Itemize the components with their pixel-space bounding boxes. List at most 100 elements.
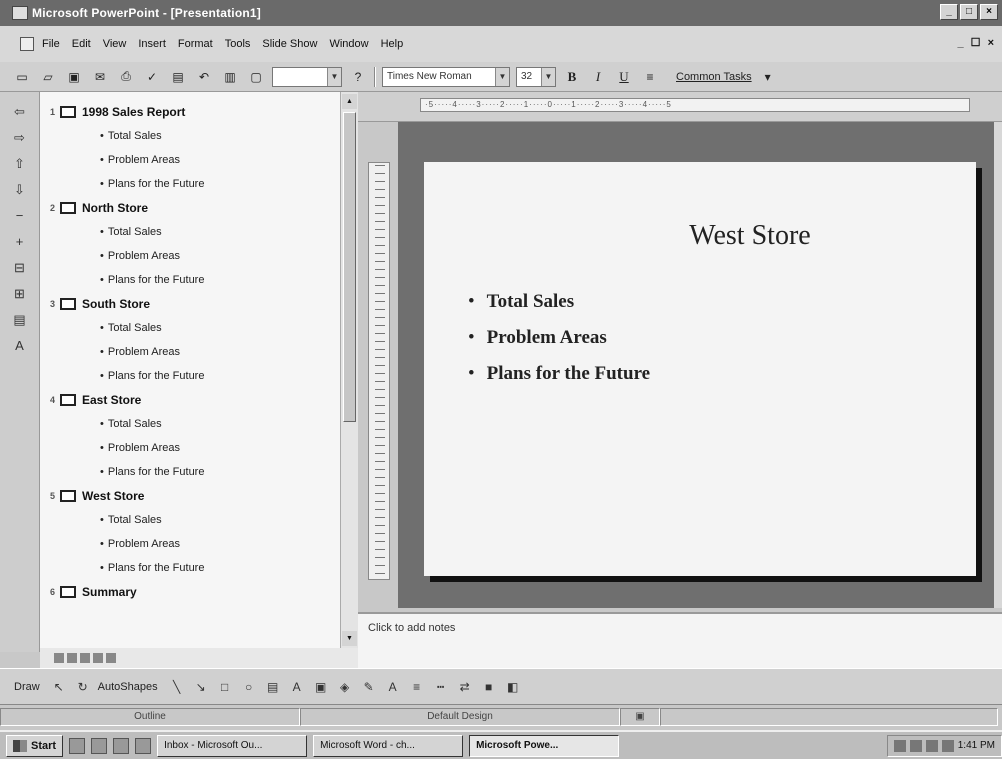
spelling-status-icon[interactable]: ▣ bbox=[620, 707, 660, 726]
slide-bullet-list[interactable]: Total Sales Problem Areas Plans for the … bbox=[468, 284, 650, 392]
undo-icon[interactable]: ↶ bbox=[194, 67, 214, 87]
font-size-combo[interactable]: 32 ▼ bbox=[516, 66, 556, 87]
outline-bullet[interactable]: Total Sales bbox=[40, 508, 340, 532]
paste-icon[interactable]: ▤ bbox=[168, 67, 188, 87]
outline-bullet[interactable]: Plans for the Future bbox=[40, 172, 340, 196]
zoom-combo[interactable]: ▼ bbox=[272, 66, 342, 87]
slide-bullet[interactable]: Plans for the Future bbox=[468, 356, 650, 392]
outline-slide-title[interactable]: 3 South Store bbox=[40, 292, 340, 316]
outline-bullet[interactable]: Total Sales bbox=[40, 220, 340, 244]
maximize-button[interactable]: □ bbox=[960, 4, 978, 20]
3d-icon[interactable]: ◧ bbox=[504, 678, 522, 696]
outline-view-icon[interactable] bbox=[67, 653, 77, 663]
expand-icon[interactable]: + bbox=[9, 232, 31, 252]
quicklaunch-ie-icon[interactable] bbox=[69, 737, 86, 754]
outline-bullet[interactable]: Plans for the Future bbox=[40, 364, 340, 388]
minimize-button[interactable]: _ bbox=[940, 4, 958, 20]
underline-button[interactable]: U bbox=[614, 67, 634, 87]
line-color-icon[interactable]: ✎ bbox=[360, 678, 378, 696]
move-up-icon[interactable]: ⇧ bbox=[9, 154, 31, 174]
autoshapes-menu-button[interactable]: AutoShapes bbox=[98, 681, 158, 693]
tray-icon[interactable] bbox=[893, 739, 906, 752]
outline-scrollbar[interactable]: ▲ ▼ bbox=[340, 92, 358, 648]
outline-pane[interactable]: 1 1998 Sales Report Total Sales Problem … bbox=[40, 92, 340, 648]
select-objects-icon[interactable]: ↖ bbox=[50, 678, 68, 696]
normal-view-icon[interactable] bbox=[54, 653, 64, 663]
current-slide[interactable]: West Store Total Sales Problem Areas Pla… bbox=[424, 162, 976, 576]
outline-bullet[interactable]: Problem Areas bbox=[40, 340, 340, 364]
font-name-combo[interactable]: Times New Roman ▼ bbox=[382, 66, 510, 87]
expand-all-icon[interactable]: ⊞ bbox=[9, 284, 31, 304]
close-button[interactable]: × bbox=[980, 4, 998, 20]
common-tasks-button[interactable]: Common Tasks bbox=[676, 71, 752, 83]
slide-sorter-view-icon[interactable] bbox=[93, 653, 103, 663]
show-formatting-icon[interactable]: A bbox=[9, 336, 31, 356]
outline-slide-title[interactable]: 4 East Store bbox=[40, 388, 340, 412]
slide-icon[interactable] bbox=[60, 586, 76, 598]
slide-title[interactable]: West Store bbox=[424, 220, 976, 252]
menu-help[interactable]: Help bbox=[381, 38, 404, 50]
collapse-icon[interactable]: − bbox=[9, 206, 31, 226]
bold-button[interactable]: B bbox=[562, 67, 582, 87]
free-rotate-icon[interactable]: ↻ bbox=[74, 678, 92, 696]
menu-edit[interactable]: Edit bbox=[72, 38, 91, 50]
menu-tools[interactable]: Tools bbox=[225, 38, 251, 50]
align-center-icon[interactable]: ≡ bbox=[640, 67, 660, 87]
slide-icon[interactable] bbox=[60, 106, 76, 118]
arrow-style-icon[interactable]: ⇄ bbox=[456, 678, 474, 696]
tray-icon[interactable] bbox=[909, 739, 922, 752]
quicklaunch-channels-icon[interactable] bbox=[135, 737, 152, 754]
fill-color-icon[interactable]: ◈ bbox=[336, 678, 354, 696]
draw-menu-button[interactable]: Draw bbox=[14, 681, 40, 693]
outline-bullet[interactable]: Total Sales bbox=[40, 412, 340, 436]
task-powerpoint[interactable]: Microsoft Powe... bbox=[469, 734, 620, 757]
promote-icon[interactable]: ⇦ bbox=[9, 102, 31, 122]
outline-slide-title[interactable]: 6 Summary bbox=[40, 580, 340, 604]
font-size-dropdown-icon[interactable]: ▼ bbox=[541, 67, 555, 86]
save-icon[interactable]: ▣ bbox=[64, 67, 84, 87]
menu-insert[interactable]: Insert bbox=[138, 38, 166, 50]
email-icon[interactable]: ✉ bbox=[90, 67, 110, 87]
document-icon[interactable] bbox=[20, 37, 34, 51]
menu-view[interactable]: View bbox=[103, 38, 127, 50]
scroll-thumb[interactable] bbox=[343, 112, 356, 422]
new-slide-icon[interactable]: ▢ bbox=[246, 67, 266, 87]
outline-slide-title[interactable]: 5 West Store bbox=[40, 484, 340, 508]
summary-slide-icon[interactable]: ▤ bbox=[9, 310, 31, 330]
slide-icon[interactable] bbox=[60, 298, 76, 310]
slide-scrollbar[interactable] bbox=[994, 122, 1002, 608]
menu-window[interactable]: Window bbox=[329, 38, 368, 50]
text-box-icon[interactable]: ▤ bbox=[264, 678, 282, 696]
line-style-icon[interactable]: ≡ bbox=[408, 678, 426, 696]
outline-slide-title[interactable]: 2 North Store bbox=[40, 196, 340, 220]
move-down-icon[interactable]: ⇩ bbox=[9, 180, 31, 200]
font-color-icon[interactable]: A bbox=[384, 678, 402, 696]
help-icon[interactable]: ? bbox=[348, 67, 368, 87]
collapse-all-icon[interactable]: ⊟ bbox=[9, 258, 31, 278]
volume-icon[interactable] bbox=[941, 739, 954, 752]
outline-bullet[interactable]: Problem Areas bbox=[40, 244, 340, 268]
slide-bullet[interactable]: Total Sales bbox=[468, 284, 650, 320]
clip-art-icon[interactable]: ▣ bbox=[312, 678, 330, 696]
common-tasks-dropdown-icon[interactable]: ▾ bbox=[758, 67, 778, 87]
italic-button[interactable]: I bbox=[588, 67, 608, 87]
notes-pane[interactable]: Click to add notes bbox=[358, 612, 1002, 668]
wordart-icon[interactable]: A bbox=[288, 678, 306, 696]
outline-bullet[interactable]: Problem Areas bbox=[40, 436, 340, 460]
font-name-dropdown-icon[interactable]: ▼ bbox=[495, 67, 509, 86]
oval-icon[interactable]: ○ bbox=[240, 678, 258, 696]
menu-slide-show[interactable]: Slide Show bbox=[262, 38, 317, 50]
outline-bullet[interactable]: Total Sales bbox=[40, 316, 340, 340]
spelling-icon[interactable]: ✓ bbox=[142, 67, 162, 87]
rectangle-icon[interactable]: □ bbox=[216, 678, 234, 696]
tray-icon[interactable] bbox=[925, 739, 938, 752]
print-icon[interactable]: ⎙ bbox=[116, 67, 136, 87]
outline-bullet[interactable]: Plans for the Future bbox=[40, 556, 340, 580]
slide-view-icon[interactable] bbox=[80, 653, 90, 663]
slide-bullet[interactable]: Problem Areas bbox=[468, 320, 650, 356]
slide-icon[interactable] bbox=[60, 490, 76, 502]
outline-slide-title[interactable]: 1 1998 Sales Report bbox=[40, 100, 340, 124]
demote-icon[interactable]: ⇨ bbox=[9, 128, 31, 148]
scroll-down-icon[interactable]: ▼ bbox=[342, 631, 357, 646]
outline-bullet[interactable]: Problem Areas bbox=[40, 532, 340, 556]
